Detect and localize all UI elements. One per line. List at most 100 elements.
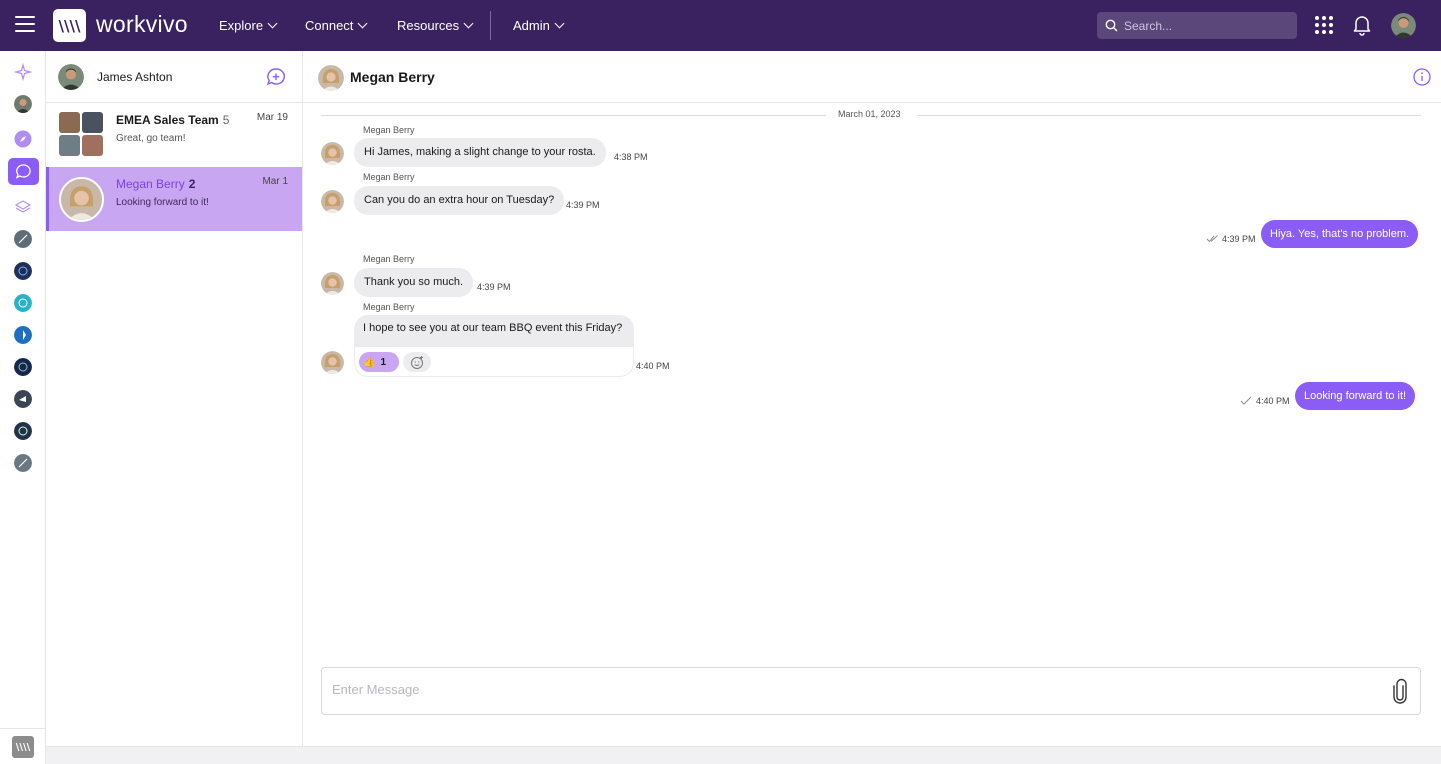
message-time: 4:38 PM <box>614 152 648 162</box>
space-icon-1[interactable] <box>14 230 32 248</box>
sender-avatar <box>321 351 344 374</box>
read-receipt-icon <box>1206 235 1218 243</box>
user-avatar[interactable] <box>1391 13 1416 38</box>
sender-avatar <box>321 190 344 213</box>
conversation-date: Mar 19 <box>256 112 288 123</box>
conversation-name: EMEA Sales Team <box>116 113 219 127</box>
chat-header: Megan Berry <box>303 51 1441 103</box>
message-time: 4:40 PM <box>1256 396 1290 406</box>
top-nav-bar: \\\\ workvivo Explore Connect Resources … <box>0 0 1441 51</box>
bottom-strip <box>46 746 1441 764</box>
space-icon-3[interactable] <box>14 294 32 312</box>
message-bubble-with-reactions: I hope to see you at our team BBQ event … <box>354 315 634 377</box>
message-sender: Megan Berry <box>363 302 415 312</box>
conversation-title: EMEA Sales Team 5 <box>116 113 229 127</box>
separator-line <box>321 115 826 116</box>
conversation-date: Mar 1 <box>262 176 288 187</box>
chevron-down-icon <box>267 18 278 29</box>
message-time: 4:39 PM <box>566 200 600 210</box>
space-icon-4[interactable] <box>14 326 32 344</box>
conversation-title: Megan Berry 2 <box>116 177 195 191</box>
separator-line <box>917 115 1421 116</box>
chevron-down-icon <box>463 18 474 29</box>
message-text: I hope to see you at our team BBQ event … <box>363 322 623 334</box>
message-bubble-sent: Looking forward to it! <box>1295 382 1416 410</box>
message-bubble: Hi James, making a slight change to your… <box>354 138 606 167</box>
message-sender: Megan Berry <box>363 125 415 135</box>
brand-name[interactable]: workvivo <box>96 11 188 38</box>
nav-admin-label: Admin <box>513 18 550 33</box>
space-icon-7[interactable] <box>14 422 32 440</box>
date-separator: March 01, 2023 <box>321 108 1421 122</box>
chat-bubble-icon <box>15 164 31 179</box>
group-avatar <box>59 112 103 156</box>
message-bubble-sent: Hiya. Yes, that's no problem. <box>1261 220 1419 248</box>
space-icon-2[interactable] <box>14 262 32 280</box>
megan-avatar <box>59 177 104 222</box>
thumbs-up-reaction[interactable]: 👍 1 <box>359 352 399 372</box>
info-icon[interactable] <box>1413 68 1431 86</box>
sender-avatar <box>321 272 344 295</box>
sparkle-icon[interactable] <box>14 63 32 81</box>
layers-icon[interactable] <box>14 198 32 216</box>
conversation-list-panel: James Ashton EMEA Sales Team 5 Mar 19 Gre… <box>46 51 303 764</box>
chevron-down-icon <box>554 18 565 29</box>
new-message-icon[interactable] <box>266 67 286 87</box>
add-reaction-button[interactable] <box>403 352 431 372</box>
message-time: 4:39 PM <box>477 282 511 292</box>
nav-resources[interactable]: Resources <box>397 18 474 33</box>
compass-icon[interactable] <box>14 130 32 148</box>
left-icon-rail: \\\\ <box>0 51 46 764</box>
space-icon-6[interactable] <box>14 390 32 408</box>
space-icon-5[interactable] <box>14 358 32 376</box>
message-composer <box>321 667 1421 715</box>
message-input[interactable] <box>332 682 1372 697</box>
message-time: 4:39 PM <box>1222 234 1256 244</box>
conversation-item-emea-sales-team[interactable]: EMEA Sales Team 5 Mar 19 Great, go team! <box>46 103 302 167</box>
paperclip-icon[interactable] <box>1392 678 1408 704</box>
contact-name: Megan Berry <box>350 69 435 85</box>
apps-grid-icon[interactable] <box>1315 16 1333 34</box>
search-box[interactable] <box>1097 12 1297 39</box>
reaction-emoji: 👍 <box>363 356 376 368</box>
my-avatar[interactable] <box>58 63 84 90</box>
nav-resources-label: Resources <box>397 18 460 33</box>
my-name: James Ashton <box>97 69 173 84</box>
nav-admin[interactable]: Admin <box>513 18 565 33</box>
chevron-down-icon <box>357 18 368 29</box>
hamburger-menu-icon[interactable] <box>15 16 35 34</box>
reaction-count: 1 <box>380 356 387 368</box>
conversation-preview: Great, go team! <box>116 133 186 144</box>
message-time: 4:40 PM <box>636 361 670 371</box>
message-bubble: Thank you so much. <box>354 268 474 297</box>
profile-avatar-icon[interactable] <box>14 95 32 113</box>
reaction-bar: 👍 1 <box>354 347 634 377</box>
nav-connect-label: Connect <box>305 18 354 33</box>
member-count: 2 <box>188 177 196 191</box>
message-sender: Megan Berry <box>363 172 415 182</box>
workvivo-logo-icon[interactable]: \\\\ <box>53 9 86 42</box>
member-count: 5 <box>222 113 230 127</box>
search-input[interactable] <box>1124 18 1294 33</box>
sent-check-icon <box>1240 396 1252 405</box>
conversation-list-header: James Ashton <box>46 51 302 103</box>
bell-icon[interactable] <box>1352 14 1372 36</box>
nav-connect[interactable]: Connect <box>305 18 368 33</box>
nav-divider <box>490 11 491 40</box>
chat-panel: Megan Berry March 01, 2023 Megan Berry H… <box>303 51 1441 764</box>
rail-divider <box>0 728 46 729</box>
message-bubble: Can you do an extra hour on Tuesday? <box>354 186 565 215</box>
search-icon <box>1105 19 1118 32</box>
chat-nav-button[interactable] <box>8 158 39 185</box>
conversation-preview: Looking forward to it! <box>116 197 209 208</box>
nav-explore[interactable]: Explore <box>219 18 278 33</box>
message-sender: Megan Berry <box>363 254 415 264</box>
sender-avatar <box>321 142 344 165</box>
conversation-name: Megan Berry <box>116 177 185 191</box>
contact-avatar[interactable] <box>318 65 344 91</box>
date-separator-label: March 01, 2023 <box>838 109 901 119</box>
conversation-item-megan-berry[interactable]: Megan Berry 2 Mar 1 Looking forward to it… <box>46 167 302 231</box>
workvivo-mini-logo-icon[interactable]: \\\\ <box>12 736 34 758</box>
nav-explore-label: Explore <box>219 18 264 33</box>
space-icon-8[interactable] <box>14 454 32 472</box>
